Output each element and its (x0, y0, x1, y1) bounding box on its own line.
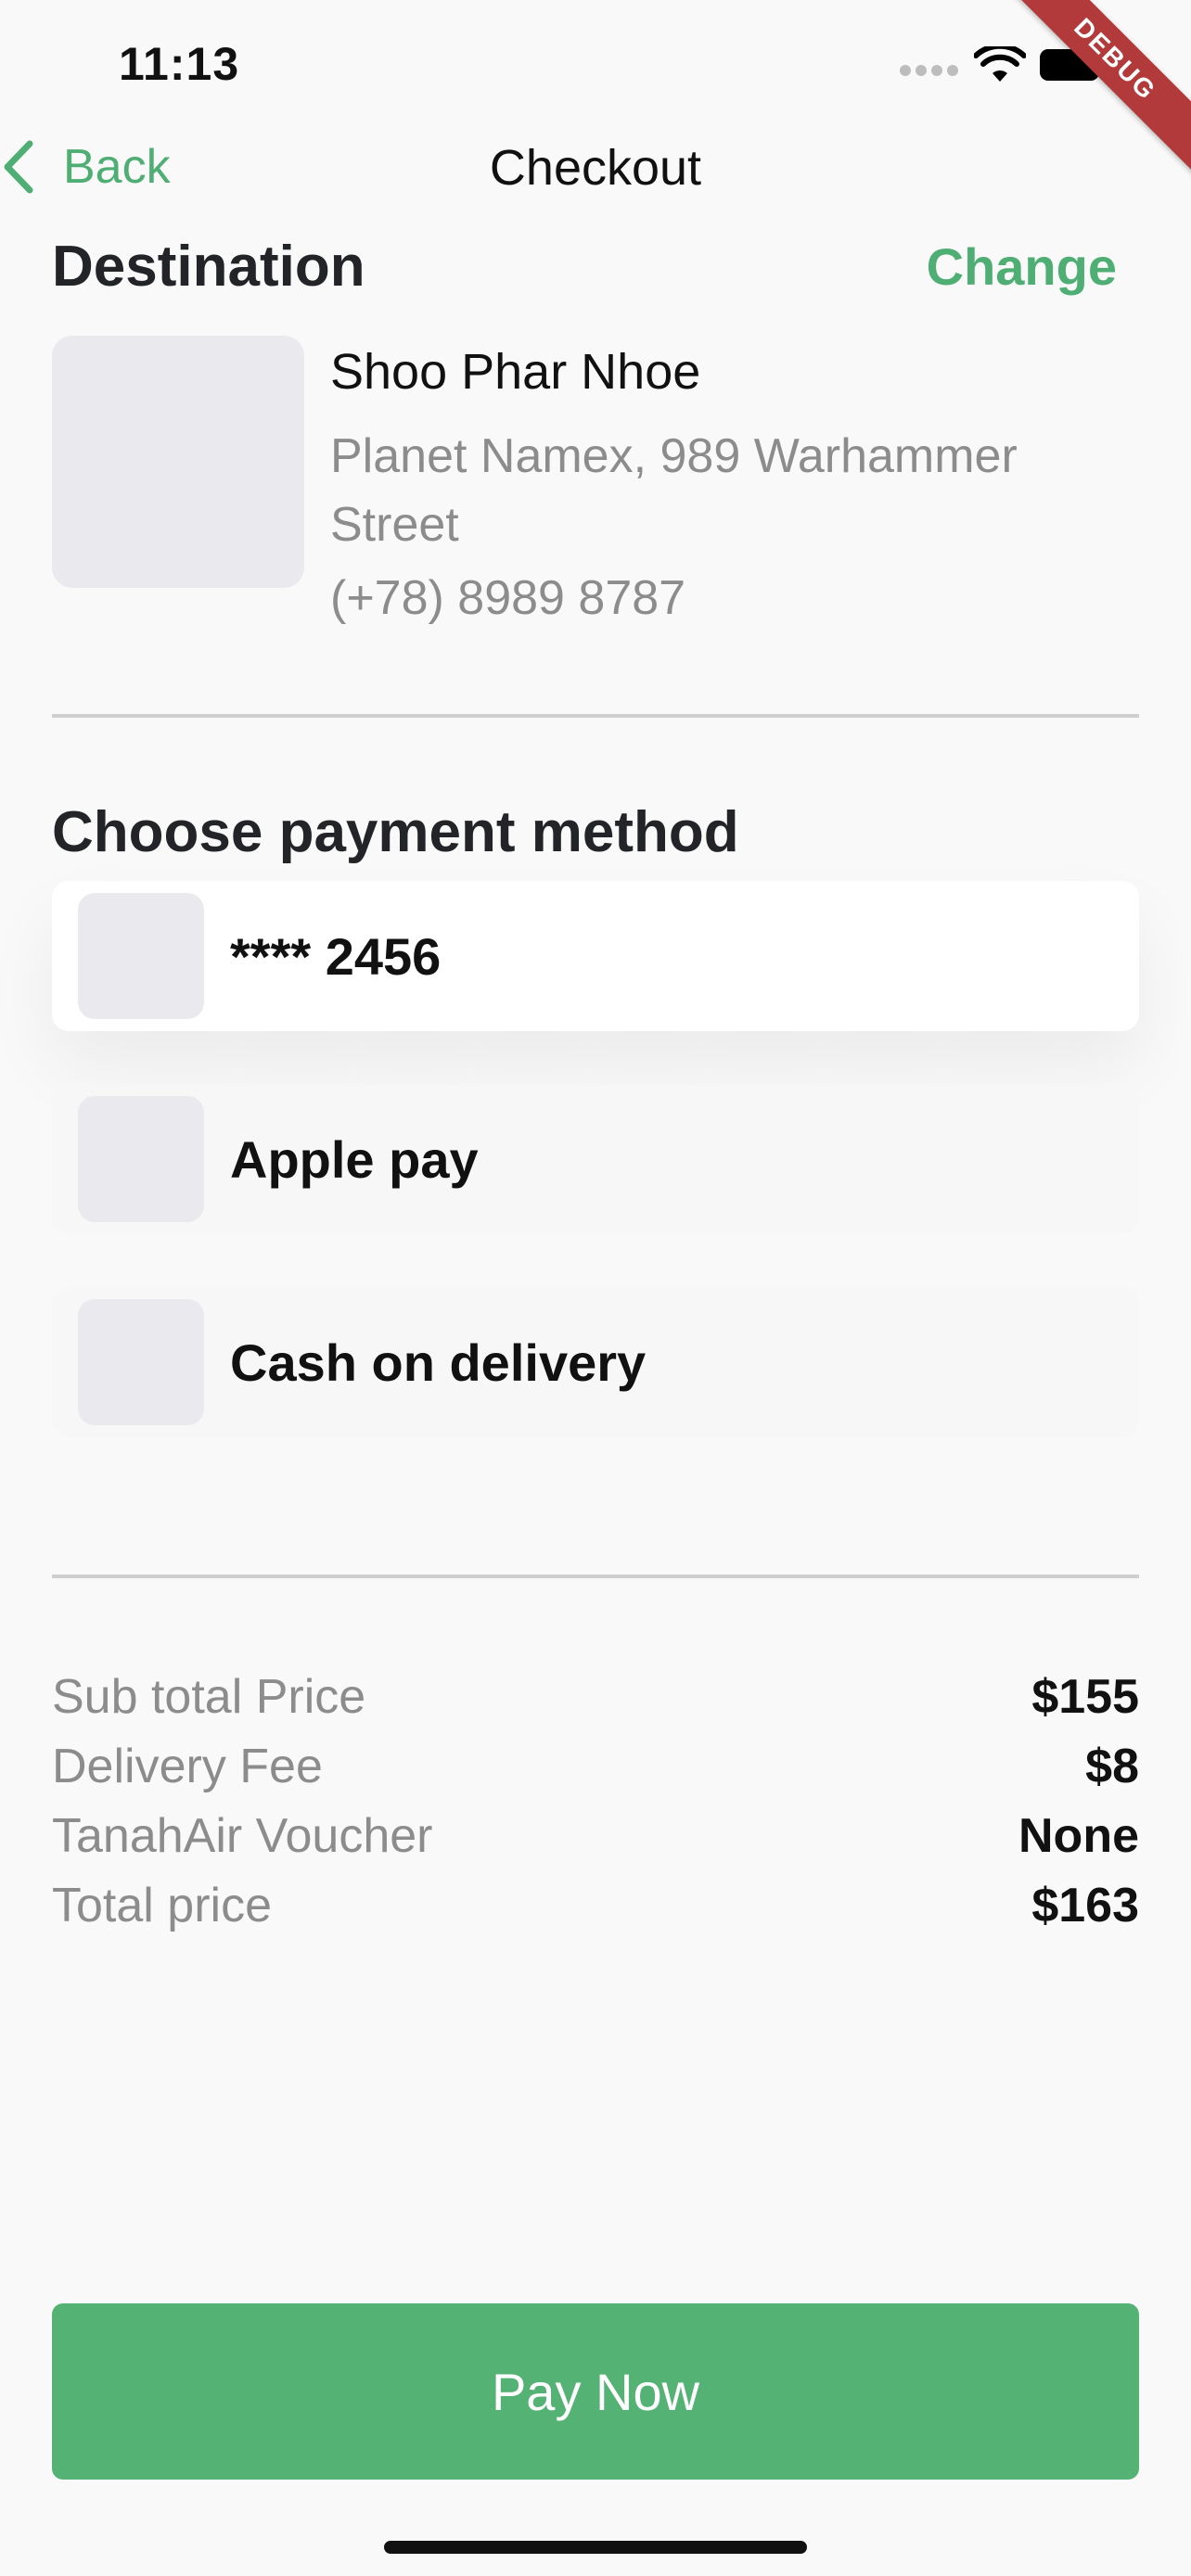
payment-option-card[interactable]: **** 2456 (52, 881, 1139, 1031)
summary-row-subtotal: Sub total Price $155 (52, 1669, 1139, 1725)
payment-option-label: Cash on delivery (230, 1333, 647, 1392)
payment-option-cash[interactable]: Cash on delivery (52, 1287, 1139, 1437)
status-time: 11:13 (119, 38, 240, 90)
payment-option-label: Apple pay (230, 1129, 479, 1189)
summary-label: Sub total Price (52, 1670, 366, 1724)
summary-value: None (1018, 1809, 1139, 1863)
cellular-signal-icon (900, 65, 959, 78)
summary-value: $163 (1031, 1879, 1139, 1932)
summary-row-voucher: TanahAir Voucher None (52, 1808, 1139, 1864)
home-indicator (384, 2541, 807, 2554)
destination-image (52, 336, 304, 588)
apple-pay-icon (78, 1096, 204, 1222)
payment-option-apple-pay[interactable]: Apple pay (52, 1084, 1139, 1234)
summary-row-total: Total price $163 (52, 1878, 1139, 1933)
summary-value: $8 (1085, 1740, 1139, 1793)
pay-now-button[interactable]: Pay Now (52, 2303, 1139, 2480)
summary-label: Delivery Fee (52, 1740, 323, 1793)
destination-heading: Destination (52, 235, 365, 299)
wifi-icon (974, 46, 1026, 82)
recipient-phone: (+78) 8989 8787 (330, 571, 686, 625)
summary-label: Total price (52, 1879, 272, 1932)
summary-value: $155 (1031, 1670, 1139, 1724)
summary-label: TanahAir Voucher (52, 1809, 433, 1863)
recipient-address: Planet Namex, 989 Warhammer Street (330, 429, 1018, 552)
divider (52, 1575, 1139, 1578)
payment-option-label: **** 2456 (230, 926, 442, 986)
summary-row-delivery-fee: Delivery Fee $8 (52, 1739, 1139, 1794)
payment-heading: Choose payment method (52, 800, 739, 864)
change-destination-button[interactable]: Change (927, 236, 1117, 297)
card-icon (78, 893, 204, 1019)
page-title: Checkout (489, 140, 702, 196)
recipient-name: Shoo Phar Nhoe (330, 344, 701, 400)
cash-icon (78, 1299, 204, 1425)
divider (52, 714, 1139, 718)
